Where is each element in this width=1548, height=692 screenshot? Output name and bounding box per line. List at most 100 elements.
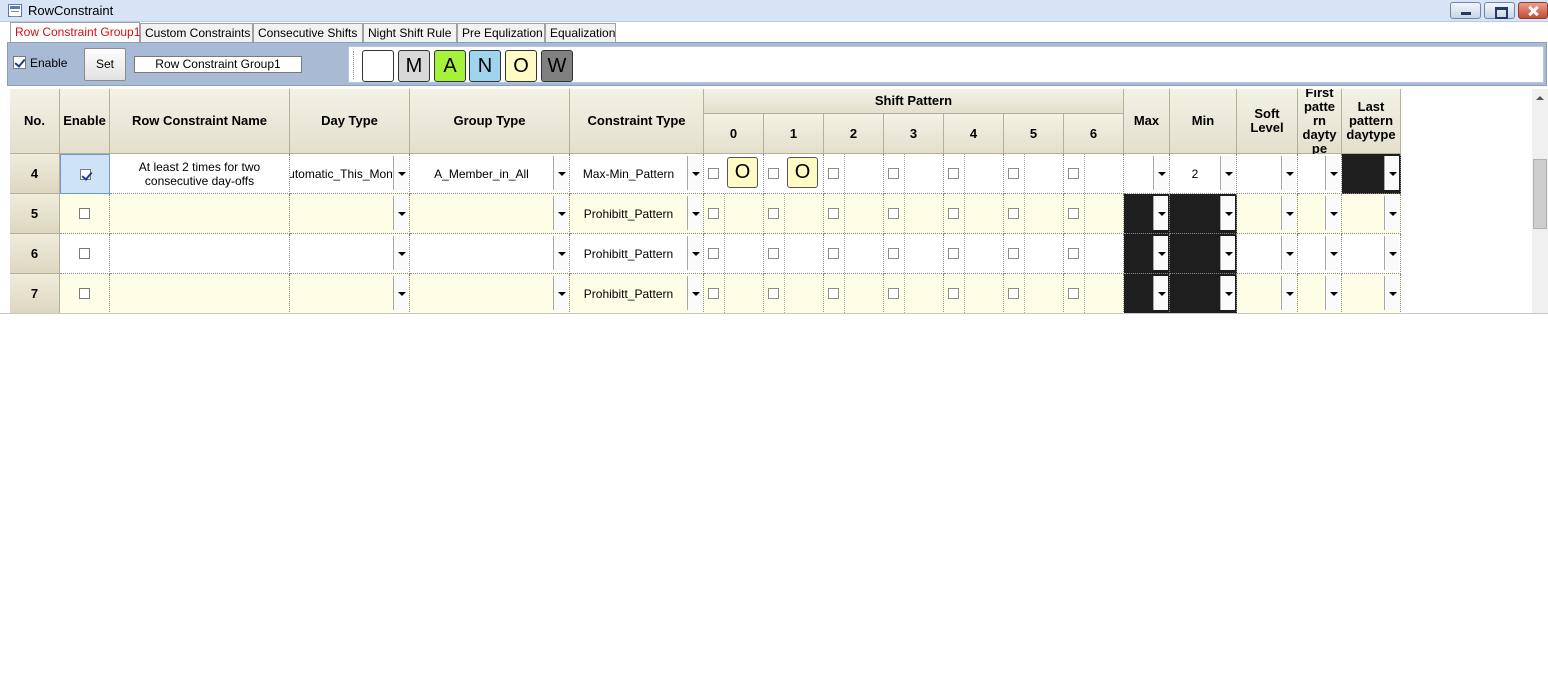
shift-pattern-cell-1[interactable] [764,194,824,234]
dropdown-arrow-icon[interactable] [393,236,408,270]
shift-pattern-checkbox[interactable] [768,288,779,299]
shift-pattern-checkbox[interactable] [888,288,899,299]
palette-w-button[interactable]: W [541,50,573,82]
dropdown-arrow-icon[interactable] [1153,156,1168,190]
enable-cell[interactable] [60,274,110,314]
shift-pattern-cell-3[interactable] [884,274,944,314]
tab-pre-equlization[interactable]: Pre Equlization [457,23,545,42]
day-type-select[interactable] [290,194,410,234]
shift-pattern-cell-5[interactable] [1004,234,1064,274]
last-pattern-daytype-select[interactable] [1342,194,1401,234]
last-pattern-daytype-select[interactable] [1342,154,1401,194]
dropdown-arrow-icon[interactable] [1325,156,1340,190]
dropdown-arrow-icon[interactable] [687,156,702,190]
shift-pattern-cell-3[interactable] [884,154,944,194]
palette-grip[interactable] [353,51,356,79]
header-enable[interactable]: Enable [60,89,110,154]
first-pattern-daytype-select[interactable] [1298,274,1342,314]
shift-pattern-cell-0[interactable] [704,194,764,234]
shift-pattern-cell-2[interactable] [824,234,884,274]
palette-a-button[interactable]: A [434,50,466,82]
shift-pattern-cell-5[interactable] [1004,194,1064,234]
header-shift-col-6[interactable]: 6 [1064,114,1124,154]
min-select[interactable] [1170,194,1237,234]
shift-pattern-checkbox[interactable] [1068,208,1079,219]
dropdown-arrow-icon[interactable] [1153,276,1168,310]
scroll-up-arrow[interactable] [1536,96,1544,100]
shift-pattern-checkbox[interactable] [768,248,779,259]
min-select[interactable] [1170,234,1237,274]
dropdown-arrow-icon[interactable] [553,276,568,310]
shift-pattern-cell-6[interactable] [1064,274,1124,314]
constraint-type-select[interactable]: Prohibitt_Pattern [570,274,704,314]
shift-o-button[interactable]: O [787,157,818,188]
dropdown-arrow-icon[interactable] [1153,236,1168,270]
shift-pattern-checkbox[interactable] [768,208,779,219]
maximize-button[interactable] [1484,2,1515,19]
dropdown-arrow-icon[interactable] [553,156,568,190]
palette-o-button[interactable]: O [505,50,537,82]
max-select[interactable] [1124,274,1170,314]
shift-pattern-cell-2[interactable] [824,274,884,314]
header-row-constraint-name[interactable]: Row Constraint Name [110,89,290,154]
day-type-select[interactable] [290,274,410,314]
header-constraint-type[interactable]: Constraint Type [570,89,704,154]
group-type-select[interactable] [410,234,570,274]
shift-pattern-checkbox[interactable] [828,168,839,179]
first-pattern-daytype-select[interactable] [1298,194,1342,234]
shift-o-button[interactable]: O [727,157,758,188]
header-max[interactable]: Max [1124,89,1170,154]
group-name-field[interactable]: Row Constraint Group1 [134,56,302,73]
shift-pattern-checkbox[interactable] [768,168,779,179]
dropdown-arrow-icon[interactable] [1281,196,1296,230]
dropdown-arrow-icon[interactable] [1325,236,1340,270]
header-min[interactable]: Min [1170,89,1237,154]
dropdown-arrow-icon[interactable] [553,196,568,230]
shift-pattern-cell-4[interactable] [944,194,1004,234]
shift-pattern-cell-4[interactable] [944,154,1004,194]
row-constraint-name-cell[interactable] [110,194,290,234]
shift-pattern-checkbox[interactable] [948,168,959,179]
shift-pattern-cell-5[interactable] [1004,274,1064,314]
max-select[interactable] [1124,154,1170,194]
palette-m-button[interactable]: M [398,50,430,82]
shift-pattern-checkbox[interactable] [1068,168,1079,179]
soft-level-select[interactable] [1237,234,1298,274]
header-shift-pattern[interactable]: Shift Pattern [704,89,1124,114]
enable-cell[interactable] [60,234,110,274]
row-constraint-name-cell[interactable] [110,274,290,314]
shift-pattern-cell-1[interactable]: O [764,154,824,194]
shift-pattern-checkbox[interactable] [828,288,839,299]
dropdown-arrow-icon[interactable] [393,156,408,190]
soft-level-select[interactable] [1237,274,1298,314]
dropdown-arrow-icon[interactable] [1384,196,1399,230]
constraint-type-select[interactable]: Prohibitt_Pattern [570,194,704,234]
header-shift-col-1[interactable]: 1 [764,114,824,154]
shift-pattern-checkbox[interactable] [828,208,839,219]
constraint-type-select[interactable]: Max-Min_Pattern [570,154,704,194]
max-select[interactable] [1124,194,1170,234]
shift-pattern-checkbox[interactable] [1068,288,1079,299]
tab-custom-constraints[interactable]: Custom Constraints [140,23,253,42]
shift-pattern-checkbox[interactable] [948,288,959,299]
header-group-type[interactable]: Group Type [410,89,570,154]
first-pattern-daytype-select[interactable] [1298,154,1342,194]
minimize-button[interactable] [1450,2,1481,19]
header-soft-level[interactable]: Soft Level [1237,89,1298,154]
shift-pattern-checkbox[interactable] [708,288,719,299]
dropdown-arrow-icon[interactable] [1325,196,1340,230]
shift-pattern-cell-6[interactable] [1064,234,1124,274]
soft-level-select[interactable] [1237,194,1298,234]
dropdown-arrow-icon[interactable] [1281,156,1296,190]
enable-row-checkbox[interactable] [79,248,90,259]
enable-row-checkbox[interactable] [79,208,90,219]
scroll-thumb[interactable] [1533,159,1547,229]
vertical-scrollbar[interactable] [1532,89,1548,314]
dropdown-arrow-icon[interactable] [1220,196,1235,230]
dropdown-arrow-icon[interactable] [1384,276,1399,310]
tab-consecutive-shifts[interactable]: Consecutive Shifts [253,23,363,42]
shift-pattern-checkbox[interactable] [948,208,959,219]
enable-row-checkbox[interactable] [79,288,90,299]
dropdown-arrow-icon[interactable] [1281,276,1296,310]
dropdown-arrow-icon[interactable] [1220,236,1235,270]
